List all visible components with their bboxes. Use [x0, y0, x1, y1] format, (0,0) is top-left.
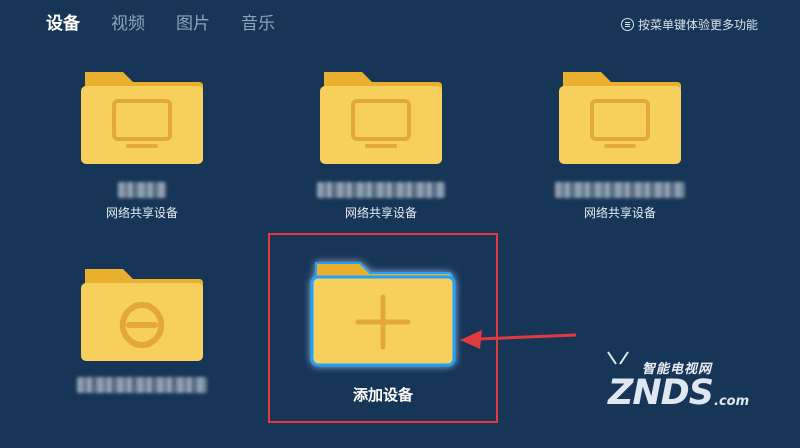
- watermark-main-text: ZNDS: [608, 373, 714, 413]
- watermark-suffix-text: .com: [714, 394, 750, 409]
- device-label: 网络共享设备: [105, 206, 178, 220]
- tab-videos[interactable]: 视频: [111, 12, 145, 36]
- device-tile[interactable]: 网络共享设备: [550, 68, 690, 221]
- folder-icon: [320, 72, 442, 164]
- tab-pictures[interactable]: 图片: [176, 12, 210, 36]
- menu-icon: [620, 18, 634, 31]
- folder-icon: [81, 72, 203, 164]
- device-tile[interactable]: 网络共享设备: [72, 68, 212, 221]
- device-name-blurred: [77, 377, 207, 393]
- device-name-blurred: [317, 182, 445, 198]
- device-name-blurred: [118, 182, 166, 198]
- device-label: 网络共享设备: [583, 206, 656, 220]
- add-device-label[interactable]: 添加设备: [268, 384, 498, 405]
- folder-icon: [81, 269, 203, 361]
- folder-icon: [559, 72, 681, 164]
- top-tab-bar: 设备 视频 图片 音乐: [46, 12, 306, 36]
- device-tile[interactable]: [72, 265, 212, 393]
- device-label: 网络共享设备: [344, 206, 417, 220]
- menu-hint: 按菜单键体验更多功能: [620, 16, 758, 33]
- tab-devices[interactable]: 设备: [46, 12, 80, 36]
- add-device-folder[interactable]: [304, 255, 462, 373]
- device-name-blurred: [555, 182, 685, 198]
- tab-music[interactable]: 音乐: [241, 12, 275, 36]
- menu-hint-text: 按菜单键体验更多功能: [637, 18, 758, 32]
- red-arrow-icon: [460, 330, 577, 349]
- device-tile[interactable]: 网络共享设备: [311, 68, 451, 221]
- znds-watermark: 智能电视网 ZNDS .com: [590, 340, 760, 420]
